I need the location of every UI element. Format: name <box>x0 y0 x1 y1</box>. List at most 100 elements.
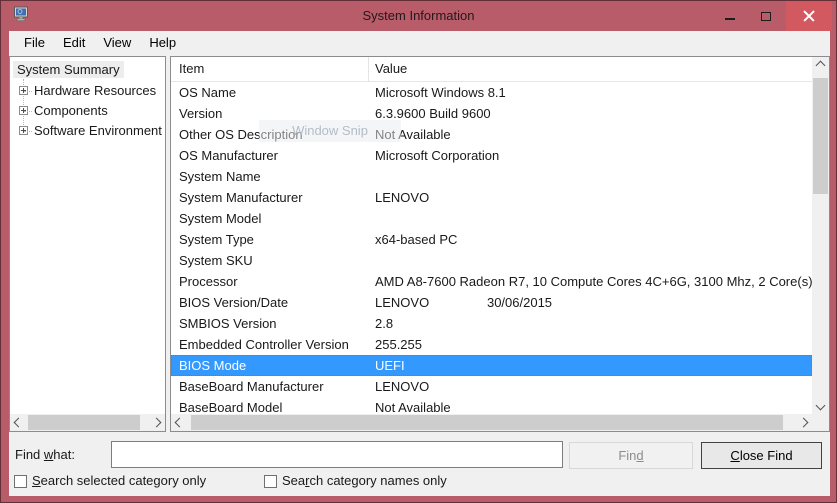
search-category-names-label[interactable]: Search category names only <box>282 473 447 488</box>
table-row[interactable]: OS NameMicrosoft Windows 8.1 <box>171 82 812 103</box>
menu-item-view[interactable]: View <box>94 33 140 52</box>
scrollbar-thumb[interactable] <box>813 78 828 194</box>
table-row[interactable]: System Typex64-based PC <box>171 229 812 250</box>
value-cell: UEFI <box>369 355 812 376</box>
table-row[interactable]: BIOS Version/DateLENOVO 30/06/2015 <box>171 292 812 313</box>
value-cell <box>369 208 812 229</box>
value-cell: LENOVO 30/06/2015 <box>369 292 812 313</box>
tree-connector-line <box>24 131 32 132</box>
item-cell: OS Name <box>171 82 369 103</box>
item-cell: System Name <box>171 166 369 187</box>
value-cell: 255.255 <box>369 334 812 355</box>
value-cell: 6.3.9600 Build 9600 <box>369 103 812 124</box>
snip-ghost-overlay: Window Snip <box>259 120 401 142</box>
chevron-down-icon <box>816 401 826 411</box>
close-icon <box>803 10 815 22</box>
search-options-row: Search selected category only Search cat… <box>9 473 830 495</box>
maximize-button[interactable] <box>749 1 783 31</box>
chevron-left-icon <box>175 418 185 428</box>
item-cell: Embedded Controller Version <box>171 334 369 355</box>
scroll-down-button[interactable] <box>812 397 829 414</box>
table-row[interactable]: OS ManufacturerMicrosoft Corporation <box>171 145 812 166</box>
table-row[interactable]: BaseBoard ModelNot Available <box>171 397 812 414</box>
item-cell: BaseBoard Manufacturer <box>171 376 369 397</box>
value-cell: Not Available <box>369 124 812 145</box>
value-cell: 2.8 <box>369 313 812 334</box>
scrollbar-corner <box>812 414 829 431</box>
list-horizontal-scrollbar[interactable] <box>171 414 812 431</box>
menu-item-edit[interactable]: Edit <box>54 33 94 52</box>
scroll-left-button[interactable] <box>171 414 188 431</box>
close-button[interactable] <box>786 1 832 31</box>
item-cell: System Model <box>171 208 369 229</box>
vertical-scrollbar[interactable] <box>812 57 829 414</box>
table-row[interactable]: System Model <box>171 208 812 229</box>
item-cell: OS Manufacturer <box>171 145 369 166</box>
find-input[interactable] <box>111 441 563 468</box>
menu-item-file[interactable]: File <box>15 33 54 52</box>
column-header-value[interactable]: Value <box>369 57 812 81</box>
chevron-right-icon <box>152 418 162 428</box>
value-cell: Not Available <box>369 397 812 414</box>
item-cell: SMBIOS Version <box>171 313 369 334</box>
scrollbar-thumb[interactable] <box>28 415 140 430</box>
item-cell: System SKU <box>171 250 369 271</box>
chevron-up-icon <box>816 61 826 71</box>
value-cell: Microsoft Windows 8.1 <box>369 82 812 103</box>
minimize-button[interactable] <box>713 1 747 31</box>
category-tree-pane: System Summary Hardware ResourcesCompone… <box>9 56 166 432</box>
table-row[interactable]: Embedded Controller Version255.255 <box>171 334 812 355</box>
value-cell: LENOVO <box>369 187 812 208</box>
value-cell: AMD A8-7600 Radeon R7, 10 Compute Cores … <box>369 271 812 292</box>
system-information-window: System Information FileEditViewHelp Syst… <box>0 0 837 503</box>
menu-item-help[interactable]: Help <box>140 33 185 52</box>
tree-item-hardware-resources[interactable]: Hardware Resources <box>34 81 156 101</box>
minimize-icon <box>725 18 735 20</box>
tree-connector-line <box>24 111 32 112</box>
find-button[interactable]: Find <box>569 442 693 469</box>
maximize-icon <box>761 12 771 21</box>
scroll-right-button[interactable] <box>148 414 165 431</box>
table-row[interactable]: ProcessorAMD A8-7600 Radeon R7, 10 Compu… <box>171 271 812 292</box>
tree-item-software-environment[interactable]: Software Environment <box>34 121 162 141</box>
item-cell: BaseBoard Model <box>171 397 369 414</box>
titlebar[interactable]: System Information <box>1 1 836 31</box>
close-find-button[interactable]: Close Find <box>701 442 822 469</box>
table-row[interactable]: System Name <box>171 166 812 187</box>
item-cell: System Manufacturer <box>171 187 369 208</box>
value-cell <box>369 250 812 271</box>
item-cell: System Type <box>171 229 369 250</box>
chevron-right-icon <box>799 418 809 428</box>
table-row[interactable]: BIOS ModeUEFI <box>171 355 812 376</box>
search-selected-category-checkbox[interactable] <box>14 475 27 488</box>
menu-bar: FileEditViewHelp <box>9 31 830 53</box>
list-header: Item Value <box>171 57 812 82</box>
tree-item-components[interactable]: Components <box>34 101 108 121</box>
item-cell: BIOS Mode <box>171 355 369 376</box>
table-row[interactable]: System SKU <box>171 250 812 271</box>
find-what-label: Find what: <box>15 447 75 462</box>
table-row[interactable]: BaseBoard ManufacturerLENOVO <box>171 376 812 397</box>
details-list-pane: Item Value OS NameMicrosoft Windows 8.1V… <box>170 56 830 432</box>
table-row[interactable]: System ManufacturerLENOVO <box>171 187 812 208</box>
table-row[interactable]: SMBIOS Version2.8 <box>171 313 812 334</box>
item-cell: Processor <box>171 271 369 292</box>
search-category-names-checkbox[interactable] <box>264 475 277 488</box>
column-header-item[interactable]: Item <box>171 57 369 81</box>
value-cell <box>369 166 812 187</box>
value-cell: Microsoft Corporation <box>369 145 812 166</box>
chevron-left-icon <box>14 418 24 428</box>
item-cell: BIOS Version/Date <box>171 292 369 313</box>
scroll-up-button[interactable] <box>812 57 829 74</box>
tree-horizontal-scrollbar[interactable] <box>10 414 165 431</box>
value-cell: x64-based PC <box>369 229 812 250</box>
window-title: System Information <box>1 8 836 23</box>
value-cell: LENOVO <box>369 376 812 397</box>
scrollbar-thumb[interactable] <box>191 415 783 430</box>
scroll-right-button[interactable] <box>795 414 812 431</box>
client-area: FileEditViewHelp System Summary Hardware… <box>9 31 830 496</box>
search-selected-category-label[interactable]: Search selected category only <box>32 473 206 488</box>
tree-connector-line <box>24 91 32 92</box>
tree-item-system-summary[interactable]: System Summary <box>13 61 124 78</box>
scroll-left-button[interactable] <box>10 414 27 431</box>
